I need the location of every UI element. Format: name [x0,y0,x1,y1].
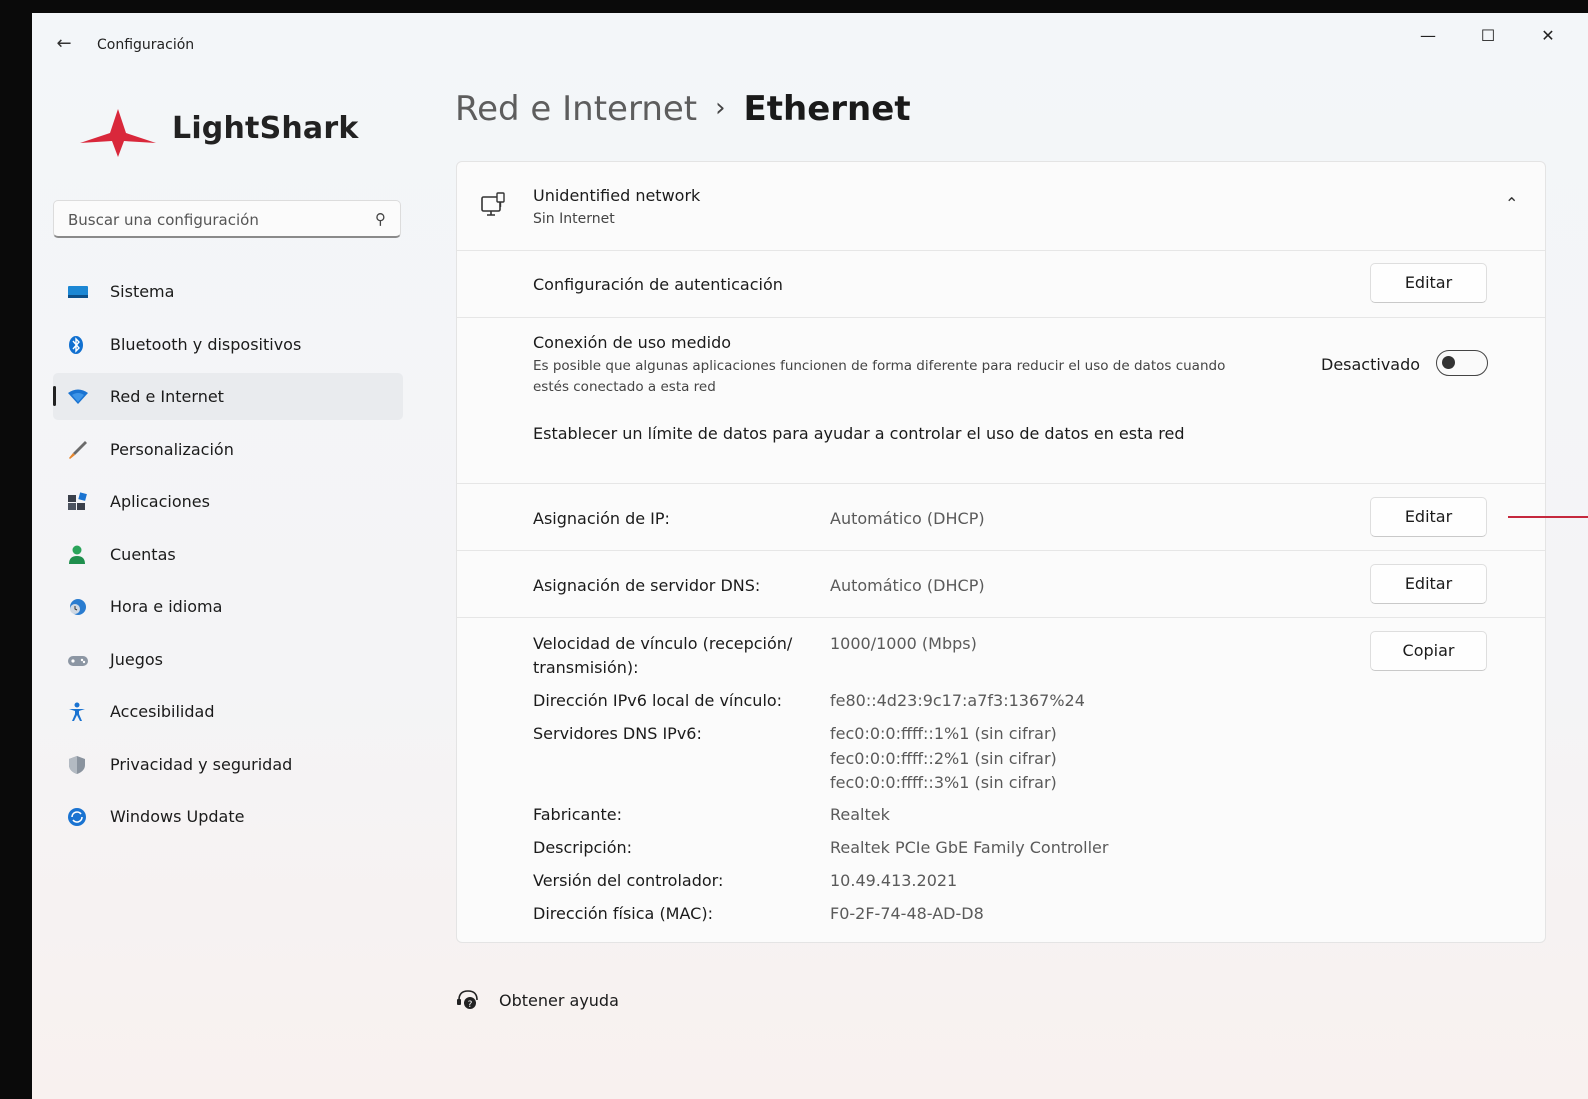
dns-ipv6-value: fec0:0:0:ffff::3%1 (sin cifrar) [830,773,1057,792]
metered-description: estés conectado a esta red [533,379,716,395]
help-icon: ? [457,990,478,1010]
ethernet-monitor-icon [481,192,505,216]
edit-ip-button[interactable]: Editar [1370,497,1487,537]
link-speed-value: 1000/1000 (Mbps) [830,634,977,653]
search-icon[interactable]: ⚲ [375,210,386,228]
sidebar-item-windows-update[interactable]: Windows Update [53,793,403,840]
sidebar-item-label: Red e Internet [110,387,224,406]
gamepad-icon [68,655,88,666]
title-bar: ← Configuración — ☐ ✕ [32,13,1588,79]
metered-description: Es posible que algunas aplicaciones func… [533,358,1226,374]
manufacturer-label: Fabricante: [533,805,622,824]
ipv6-value: fe80::4d23:9c17:a7f3:1367%24 [830,691,1085,710]
get-help-label: Obtener ayuda [499,991,619,1010]
sidebar-item-hora-idioma[interactable]: Hora e idioma [53,583,403,630]
metered-toggle[interactable] [1436,350,1488,376]
search-input[interactable] [66,208,360,232]
dns-ipv6-value: fec0:0:0:ffff::2%1 (sin cifrar) [830,749,1057,768]
sidebar-item-cuentas[interactable]: Cuentas [53,531,403,578]
breadcrumb-separator: › [715,93,726,123]
bluetooth-icon [69,335,83,354]
settings-window: ← Configuración — ☐ ✕ LightShark ⚲ Siste… [32,13,1588,1099]
minimize-button[interactable]: — [1408,21,1448,51]
manufacturer-value: Realtek [830,805,890,824]
breadcrumb-parent[interactable]: Red e Internet [455,89,697,129]
link-speed-label: transmisión): [533,658,639,677]
dns-ipv6-label: Servidores DNS IPv6: [533,724,702,743]
sidebar-item-label: Hora e idioma [110,597,223,616]
divider [457,550,1545,551]
search-box[interactable]: ⚲ [53,200,401,238]
accessibility-icon [69,702,85,721]
brush-icon [69,440,87,459]
divider [457,250,1545,251]
shark-fin-icon [80,109,156,157]
driver-version-value: 10.49.413.2021 [830,871,958,890]
maximize-button[interactable]: ☐ [1468,21,1508,51]
update-icon [68,808,86,826]
dns-assignment-label: Asignación de servidor DNS: [533,576,761,595]
sidebar-item-privacidad[interactable]: Privacidad y seguridad [53,741,403,788]
auth-settings-label: Configuración de autenticación [533,275,783,294]
ethernet-card: Unidentified network Sin Internet ⌃ Conf… [456,161,1546,943]
ip-assignment-value: Automático (DHCP) [830,509,985,528]
mac-address-label: Dirección física (MAC): [533,904,713,923]
sidebar-item-juegos[interactable]: Juegos [53,636,403,683]
annotation-line [1508,516,1588,518]
sidebar-item-label: Cuentas [110,544,176,564]
shield-icon [69,755,85,774]
driver-version-label: Versión del controlador: [533,871,724,890]
sidebar-item-aplicaciones[interactable]: Aplicaciones [53,478,403,525]
clock-globe-icon [70,599,86,615]
wifi-icon [68,389,88,404]
sidebar-item-sistema[interactable]: Sistema [53,268,403,315]
description-value: Realtek PCIe GbE Family Controller [830,838,1109,857]
toggle-knob [1442,356,1455,369]
sidebar-item-label: Accesibilidad [110,702,215,721]
dns-ipv6-value: fec0:0:0:ffff::1%1 (sin cifrar) [830,724,1057,743]
edit-auth-button[interactable]: Editar [1370,263,1487,303]
ip-assignment-label: Asignación de IP: [533,509,670,528]
sidebar-item-bluetooth[interactable]: Bluetooth y dispositivos [53,321,403,368]
sidebar-item-personalizacion[interactable]: Personalización [53,426,403,473]
divider [457,617,1545,618]
sidebar-item-red-internet[interactable]: Red e Internet [53,373,403,420]
app-title: Configuración [97,37,195,53]
sidebar-item-label: Aplicaciones [110,492,210,511]
metered-connection-label: Conexión de uso medido [533,333,732,352]
sidebar-item-label: Juegos [110,649,163,669]
sidebar-nav: Sistema Bluetooth y dispositivos Red e I… [53,268,403,846]
sidebar-item-label: Privacidad y seguridad [110,754,293,774]
apps-icon [68,492,87,510]
ipv6-label: Dirección IPv6 local de vínculo: [533,691,783,710]
sidebar-item-accesibilidad[interactable]: Accesibilidad [53,688,403,735]
sidebar-item-label: Windows Update [110,807,245,826]
monitor-icon [68,286,88,298]
network-status: Sin Internet [533,211,615,227]
sidebar-item-label: Sistema [110,282,175,301]
logo-text: LightShark [172,111,359,146]
sidebar-item-label: Personalización [110,439,234,459]
divider [457,317,1545,318]
active-indicator [53,386,56,406]
close-button[interactable]: ✕ [1528,21,1568,51]
chevron-up-icon[interactable]: ⌃ [1505,194,1518,213]
description-label: Descripción: [533,838,633,857]
mac-address-value: F0-2F-74-48-AD-D8 [830,904,984,923]
metered-state-label: Desactivado [1321,355,1421,374]
person-icon [69,545,85,564]
edit-dns-button[interactable]: Editar [1370,564,1487,604]
svg-text:?: ? [468,1000,473,1010]
page-title: Ethernet [743,89,911,129]
network-header[interactable]: Unidentified network Sin Internet ⌃ [457,162,1545,250]
link-speed-label: Velocidad de vínculo (recepción/ [533,634,793,653]
breadcrumb: Red e Internet › Ethernet [455,89,911,129]
dns-assignment-value: Automático (DHCP) [830,576,985,595]
sidebar-item-label: Bluetooth y dispositivos [110,334,302,354]
data-limit-link[interactable]: Establecer un límite de datos para ayuda… [533,424,1184,443]
network-name: Unidentified network [533,186,701,205]
divider [457,483,1545,484]
back-arrow-icon[interactable]: ← [52,32,76,56]
copy-button[interactable]: Copiar [1370,631,1487,671]
